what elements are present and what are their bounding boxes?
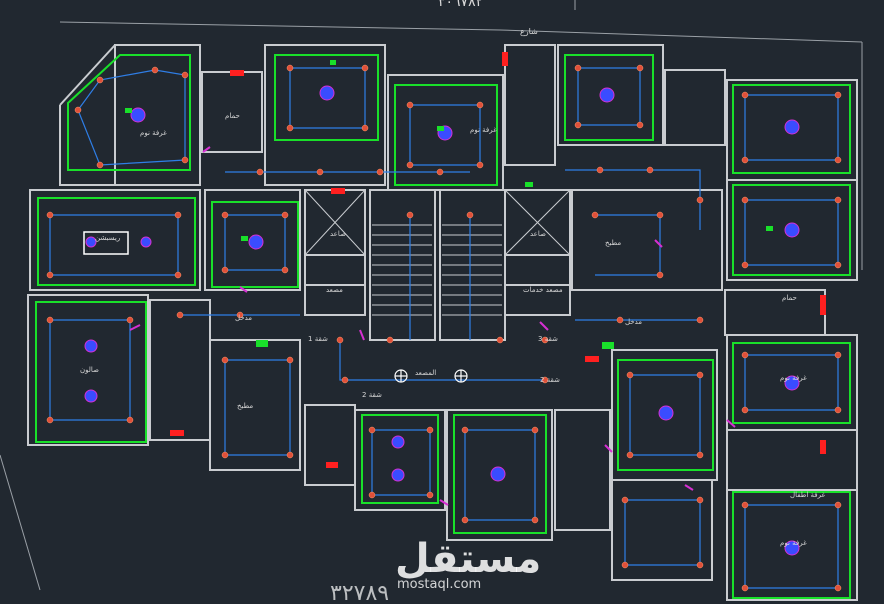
top-number: ٣٠٦٧٨٢ <box>438 0 483 10</box>
label-hall-1: مدخل <box>235 314 252 322</box>
stair-label-2: صاعد <box>530 230 546 238</box>
label-flat-2: شقة 2 <box>540 376 560 384</box>
watermark-number: ٣٢٧٨٩ <box>330 581 389 604</box>
label-flat-1: شقة 1 <box>308 335 328 343</box>
watermark-latin: mostaql.com <box>397 577 481 592</box>
label-children: غرفة اطفال <box>790 491 825 499</box>
label-master-bedroom: غرفة نوم <box>140 129 167 137</box>
label-salon: صالون <box>80 366 99 374</box>
stair-label-1: صاعد <box>330 230 346 238</box>
label-flat-2-top: شقة 2 <box>362 391 382 399</box>
label-bath-2: حمام <box>782 294 797 302</box>
street-label: شارع <box>520 27 538 36</box>
label-elevator-2: مصعد خدمات <box>523 286 563 294</box>
label-bedroom-4: غرفة نوم <box>780 539 807 547</box>
label-flat-3: شقة 3 <box>538 335 558 343</box>
label-hall-2: مدخل <box>625 318 642 326</box>
label-bath-1: حمام <box>225 112 240 120</box>
electrical-floor-plan: شارع ٣٠٦٧٨٢ صاعد صاعد غرفة نوم ريسبشن صا… <box>0 0 884 604</box>
label-elevator-1: مصعد <box>326 286 343 294</box>
label-corridor: المصعد <box>415 369 436 377</box>
label-bedroom-3: غرفة نوم <box>780 374 807 382</box>
label-bedroom-2: غرفة نوم <box>470 126 497 134</box>
label-kitchen-1: مطبخ <box>237 402 253 410</box>
label-reception: ريسبشن <box>95 234 120 242</box>
label-kitchen-2: مطبخ <box>605 239 621 247</box>
watermark-arabic: مستقل <box>395 536 541 582</box>
